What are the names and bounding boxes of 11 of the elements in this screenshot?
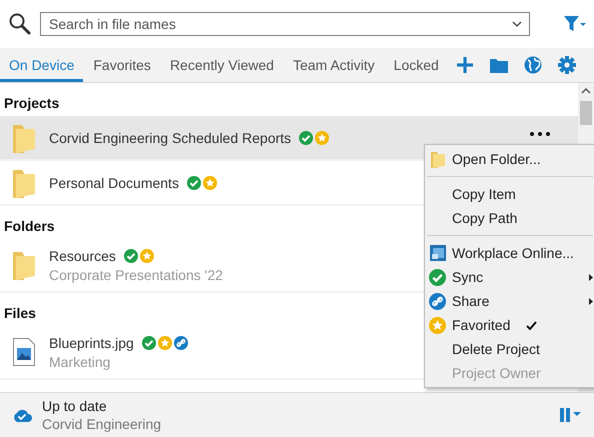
item-location: Marketing [49,354,112,370]
item-location: Corporate Presentations '22 [49,266,223,282]
section-heading: Projects [4,95,60,111]
item-name: Resources [49,248,116,264]
item-name: Blueprints.jpg [49,334,134,350]
account-name: Corvid Engineering [42,416,162,432]
item-name: Corvid Engineering Scheduled Reports [49,130,292,146]
item-name: Personal Documents [49,174,179,190]
section-heading: Folders [4,218,55,234]
sync-status: Up to date [42,398,108,414]
section-heading: Files [4,305,36,321]
